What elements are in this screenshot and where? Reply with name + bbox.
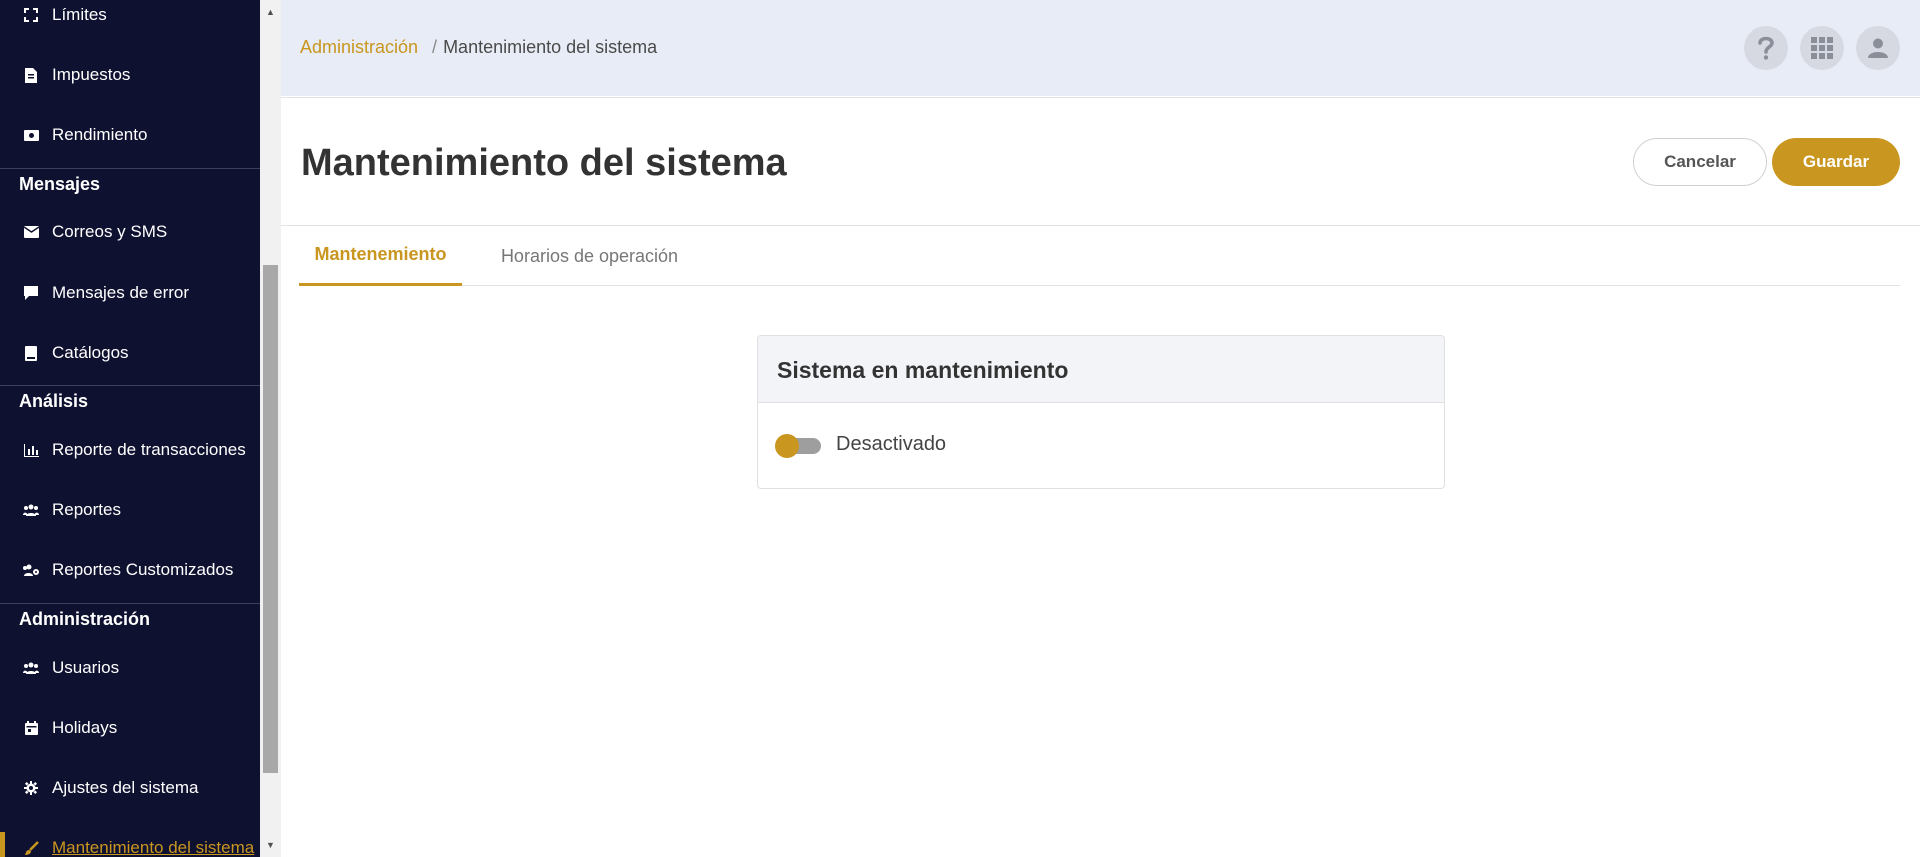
page-title: Mantenimiento del sistema [301,142,787,184]
sidebar-item-usuarios[interactable]: Usuarios [0,648,260,688]
maintenance-card-header: Sistema en mantenimiento [758,336,1444,403]
breadcrumb-current: Mantenimiento del sistema [443,37,658,57]
sidebar-item-rendimiento[interactable]: Rendimiento [0,115,260,155]
sidebar-item-label: Usuarios [52,658,120,677]
scroll-down-arrow-icon[interactable]: ▼ [260,833,281,857]
sidebar-item-holidays[interactable]: Holidays [0,708,260,748]
help-icon[interactable] [1744,26,1788,70]
sidebar-item-mantenimiento[interactable]: Mantenimiento del sistema [0,828,260,857]
cancel-button[interactable]: Cancelar [1633,138,1767,186]
sidebar-scrollbar[interactable]: ▲ ▼ [260,0,281,857]
tabs: Mantenemiento Horarios de operación [299,226,1900,286]
money-icon [23,127,39,143]
scroll-up-arrow-icon[interactable]: ▲ [260,0,281,24]
section-title-administracion: Administración [19,609,151,629]
users-cog-icon [23,562,39,578]
maintenance-card: Sistema en mantenimiento Desactivado [757,335,1445,489]
sidebar-item-catalogos[interactable]: Catálogos [0,333,260,373]
scrollbar-thumb[interactable] [263,265,278,773]
users-icon [23,502,39,518]
sidebar-item-label: Reportes [52,500,121,519]
sidebar-item-label: Reportes Customizados [52,560,234,579]
sidebar-item-reporte-transacciones[interactable]: Reporte de transacciones [0,430,260,470]
sidebar-item-label: Rendimiento [52,125,148,144]
user-icon[interactable] [1856,26,1900,70]
sidebar-item-label: Límites [52,5,107,24]
envelope-icon [23,224,39,240]
sidebar-item-label: Ajustes del sistema [52,778,199,797]
section-title-analisis: Análisis [19,391,89,411]
sidebar-item-label: Catálogos [52,343,129,362]
tab-horarios-operacion[interactable]: Horarios de operación [497,226,682,286]
comment-icon [23,285,39,301]
chart-icon [23,442,39,458]
breadcrumb-separator: / [432,37,438,57]
breadcrumb: Administración / Mantenimiento del sistema [300,37,657,58]
save-button[interactable]: Guardar [1772,138,1900,186]
sidebar-item-impuestos[interactable]: Impuestos [0,55,260,95]
gear-icon [23,780,39,796]
document-icon [23,67,39,83]
maintenance-card-title: Sistema en mantenimiento [777,357,1069,383]
section-title-mensajes: Mensajes [19,174,101,194]
sidebar-item-label: Reporte de transacciones [52,440,246,459]
section-divider [0,603,260,604]
sidebar-item-label: Holidays [52,718,118,737]
apps-grid-icon[interactable] [1800,26,1844,70]
sidebar-item-reportes-customizados[interactable]: Reportes Customizados [0,550,260,590]
breadcrumb-link-administracion[interactable]: Administración [300,37,418,57]
sidebar-item-limites[interactable]: Límites [0,0,260,35]
section-divider [0,385,260,386]
sidebar: Límites Impuestos Rendimiento Mensajes C… [0,0,260,857]
maintenance-toggle[interactable] [775,434,821,458]
section-divider [0,168,260,169]
sidebar-item-label: Correos y SMS [52,222,168,241]
topbar: Administración / Mantenimiento del sistema [281,0,1920,96]
sidebar-item-label: Mensajes de error [52,283,190,302]
book-icon [23,345,39,361]
sidebar-item-label: Impuestos [52,65,131,84]
sidebar-item-reportes[interactable]: Reportes [0,490,260,530]
sidebar-item-correos[interactable]: Correos y SMS [0,212,260,252]
app-root: Límites Impuestos Rendimiento Mensajes C… [0,0,1920,857]
page-header: Mantenimiento del sistema Cancelar Guard… [281,97,1920,226]
calendar-icon [23,720,39,736]
users-icon [23,660,39,676]
expand-icon [23,7,39,23]
maintenance-toggle-label: Desactivado [836,433,947,455]
tab-mantenimiento[interactable]: Mantenemiento [299,226,462,286]
sidebar-item-ajustes[interactable]: Ajustes del sistema [0,768,260,808]
toggle-knob [775,434,799,458]
brush-icon [23,840,39,856]
sidebar-item-label: Mantenimiento del sistema [52,838,255,857]
sidebar-item-mensajes-error[interactable]: Mensajes de error [0,273,260,313]
